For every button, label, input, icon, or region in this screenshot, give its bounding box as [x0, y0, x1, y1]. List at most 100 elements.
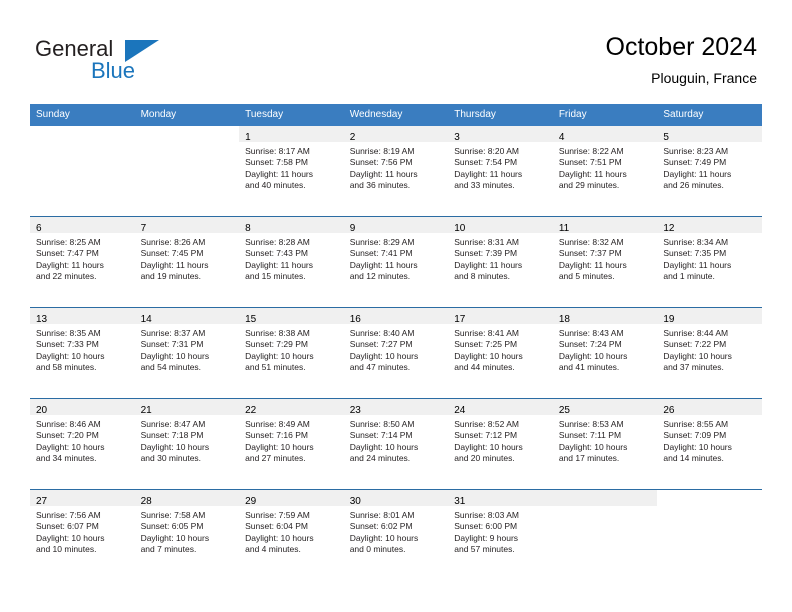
page-title: October 2024 [605, 33, 758, 61]
week-row: 20 Sunrise: 8:46 AM Sunset: 7:20 PM Dayligh… [30, 398, 762, 489]
daylight-text-line1: Daylight: 10 hours [454, 441, 523, 452]
day-cell[interactable]: 14 Sunrise: 8:37 AM Sunset: 7:31 PM Dayligh… [134, 308, 240, 398]
day-cell[interactable]: 22 Sunrise: 8:49 AM Sunset: 7:16 PM Dayligh… [239, 399, 344, 489]
daylight-text-line2: and 0 minutes. [349, 544, 406, 555]
daylight-text-line2: and 41 minutes. [558, 362, 620, 373]
day-number: 24 [454, 405, 466, 416]
day-cell[interactable]: 9 Sunrise: 8:29 AM Sunset: 7:41 PM Daylight… [343, 217, 449, 307]
sunset-text: Sunset: 7:56 PM [349, 157, 413, 168]
daylight-text-line1: Daylight: 11 hours [558, 168, 627, 179]
day-number-band: 12 [657, 217, 762, 234]
sunrise-text: Sunrise: 8:03 AM [454, 510, 519, 520]
sunset-text: Sunset: 7:29 PM [245, 339, 308, 350]
weekday-wednesday: Wednesday [349, 109, 403, 120]
day-cell[interactable]: 1 Sunrise: 8:17 AM Sunset: 7:58 PM Daylight… [239, 126, 344, 216]
day-cell[interactable]: 2 Sunrise: 8:19 AM Sunset: 7:56 PM Daylight… [343, 126, 449, 216]
sunset-text: Sunset: 7:54 PM [454, 157, 518, 168]
day-cell[interactable]: 3 Sunrise: 8:20 AM Sunset: 7:54 PM Daylight… [448, 126, 553, 216]
daylight-text-line1: Daylight: 10 hours [36, 350, 105, 361]
day-number-band: 22 [239, 399, 344, 416]
day-cell[interactable]: 12 Sunrise: 8:34 AM Sunset: 7:35 PM Dayligh… [657, 217, 762, 307]
daylight-text-line1: Daylight: 10 hours [245, 350, 314, 361]
day-number-band: 1 [239, 126, 344, 143]
day-details: Sunrise: 8:29 AM Sunset: 7:41 PM Daylight:… [344, 233, 449, 283]
day-number-band: 4 [552, 126, 658, 143]
day-number: 25 [558, 405, 570, 416]
day-cell[interactable]: 18 Sunrise: 8:43 AM Sunset: 7:24 PM Dayligh… [552, 308, 658, 398]
day-number: 8 [245, 223, 251, 234]
day-number: 31 [454, 496, 466, 507]
day-number: 21 [140, 405, 152, 416]
daylight-text-line1: Daylight: 11 hours [558, 259, 627, 270]
sunset-text: Sunset: 7:16 PM [245, 430, 308, 441]
week-row: 1 Sunrise: 8:17 AM Sunset: 7:58 PM Daylight… [30, 126, 762, 216]
day-details: Sunrise: 8:26 AM Sunset: 7:45 PM Daylight:… [135, 233, 240, 283]
sunset-text: Sunset: 7:25 PM [454, 339, 518, 350]
day-cell[interactable]: 6 Sunrise: 8:25 AM Sunset: 7:47 PM Daylight… [30, 217, 135, 307]
day-details: Sunrise: 8:03 AM Sunset: 6:00 PM Daylight:… [448, 506, 553, 556]
day-cell[interactable]: 26 Sunrise: 8:55 AM Sunset: 7:09 PM Dayligh… [657, 399, 762, 489]
day-cell[interactable]: 15 Sunrise: 8:38 AM Sunset: 7:29 PM Dayligh… [239, 308, 344, 398]
daylight-text-line2: and 57 minutes. [454, 544, 515, 555]
day-number: 22 [245, 405, 257, 416]
day-details: Sunrise: 8:44 AM Sunset: 7:22 PM Daylight:… [657, 324, 762, 374]
day-cell[interactable]: 16 Sunrise: 8:40 AM Sunset: 7:27 PM Dayligh… [343, 308, 449, 398]
day-number: 3 [454, 132, 460, 143]
sunrise-text: Sunrise: 8:01 AM [349, 510, 415, 520]
weekday-thursday: Thursday [454, 109, 496, 120]
daylight-text-line2: and 20 minutes. [454, 453, 515, 464]
brand-logo[interactable]: General Blue [35, 36, 215, 88]
sunrise-text: Sunrise: 7:58 AM [140, 510, 206, 520]
sunset-text: Sunset: 7:12 PM [454, 430, 518, 441]
day-cell[interactable]: 25 Sunrise: 8:53 AM Sunset: 7:11 PM Dayligh… [552, 399, 658, 489]
sunrise-text: Sunrise: 8:40 AM [349, 328, 415, 338]
sunrise-text: Sunrise: 8:28 AM [245, 237, 310, 247]
day-number: 11 [558, 223, 570, 234]
daylight-text-line2: and 1 minute. [663, 271, 715, 282]
day-cell[interactable]: 7 Sunrise: 8:26 AM Sunset: 7:45 PM Daylight… [134, 217, 240, 307]
day-cell[interactable]: 28 Sunrise: 7:58 AM Sunset: 6:05 PM Dayligh… [134, 490, 240, 580]
day-number: 7 [140, 223, 147, 234]
day-cell[interactable]: 21 Sunrise: 8:47 AM Sunset: 7:18 PM Dayligh… [134, 399, 240, 489]
day-cell[interactable]: 5 Sunrise: 8:23 AM Sunset: 7:49 PM Daylight… [657, 126, 762, 216]
day-cell[interactable]: 30 Sunrise: 8:01 AM Sunset: 6:02 PM Dayligh… [343, 490, 449, 580]
day-cell[interactable]: 19 Sunrise: 8:44 AM Sunset: 7:22 PM Dayligh… [657, 308, 762, 398]
day-cell[interactable]: 17 Sunrise: 8:41 AM Sunset: 7:25 PM Dayligh… [448, 308, 553, 398]
daylight-text-line2: and 22 minutes. [36, 271, 97, 282]
day-details: Sunrise: 8:47 AM Sunset: 7:18 PM Daylight:… [135, 415, 240, 465]
day-cell[interactable]: 23 Sunrise: 8:50 AM Sunset: 7:14 PM Dayligh… [343, 399, 449, 489]
sunset-text: Sunset: 7:49 PM [663, 157, 727, 168]
daylight-text-line2: and 24 minutes. [349, 453, 411, 464]
day-number-band: 25 [552, 399, 658, 416]
day-cell[interactable]: 8 Sunrise: 8:28 AM Sunset: 7:43 PM Daylight… [239, 217, 344, 307]
day-details: Sunrise: 8:41 AM Sunset: 7:25 PM Daylight:… [448, 324, 553, 374]
day-number-band: 13 [30, 308, 135, 325]
day-number-band: 3 [448, 126, 553, 143]
day-cell[interactable]: 20 Sunrise: 8:46 AM Sunset: 7:20 PM Dayligh… [30, 399, 135, 489]
day-details: Sunrise: 8:22 AM Sunset: 7:51 PM Daylight:… [553, 142, 658, 192]
day-cell[interactable]: 29 Sunrise: 7:59 AM Sunset: 6:04 PM Dayligh… [239, 490, 344, 580]
sunset-text: Sunset: 7:45 PM [140, 248, 204, 259]
daylight-text-line2: and 37 minutes. [663, 362, 724, 373]
day-cell[interactable]: 31 Sunrise: 8:03 AM Sunset: 6:00 PM Dayligh… [448, 490, 553, 580]
day-number: 30 [349, 496, 361, 507]
day-cell[interactable]: 11 Sunrise: 8:32 AM Sunset: 7:37 PM Dayligh… [552, 217, 658, 307]
weekday-sunday: Sunday [36, 109, 70, 120]
day-cell[interactable]: 13 Sunrise: 8:35 AM Sunset: 7:33 PM Dayligh… [30, 308, 135, 398]
sunrise-text: Sunrise: 8:55 AM [663, 419, 729, 429]
day-details: Sunrise: 8:50 AM Sunset: 7:14 PM Daylight:… [344, 415, 449, 465]
sunset-text: Sunset: 7:47 PM [36, 248, 99, 259]
sunset-text: Sunset: 7:39 PM [454, 248, 518, 259]
daylight-text-line1: Daylight: 11 hours [349, 259, 418, 270]
day-details: Sunrise: 8:32 AM Sunset: 7:37 PM Daylight:… [553, 233, 658, 283]
day-details: Sunrise: 8:35 AM Sunset: 7:33 PM Daylight:… [30, 324, 135, 374]
day-cell[interactable]: 24 Sunrise: 8:52 AM Sunset: 7:12 PM Dayligh… [448, 399, 553, 489]
daylight-text-line1: Daylight: 11 hours [140, 259, 209, 270]
sunrise-text: Sunrise: 8:29 AM [349, 237, 415, 247]
day-cell[interactable]: 27 Sunrise: 7:56 AM Sunset: 6:07 PM Dayligh… [30, 490, 135, 580]
day-details: Sunrise: 8:53 AM Sunset: 7:11 PM Daylight:… [553, 415, 658, 465]
sunrise-text: Sunrise: 8:49 AM [245, 419, 310, 429]
day-cell[interactable]: 4 Sunrise: 8:22 AM Sunset: 7:51 PM Daylight… [552, 126, 658, 216]
day-cell-empty [134, 126, 240, 216]
day-cell[interactable]: 10 Sunrise: 8:31 AM Sunset: 7:39 PM Dayligh… [448, 217, 553, 307]
